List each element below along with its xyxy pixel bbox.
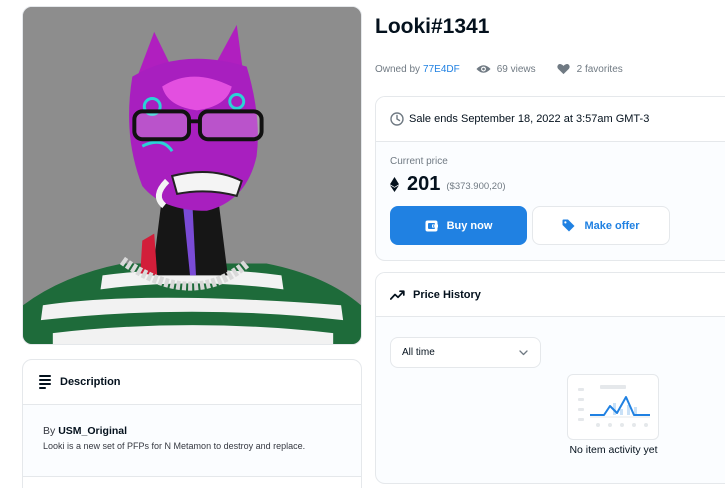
heart-icon <box>556 64 570 75</box>
ethereum-icon <box>390 177 399 192</box>
price-value: 201 <box>407 173 441 195</box>
description-header[interactable]: Description <box>23 360 361 405</box>
time-range-value: All time <box>402 347 435 358</box>
fiat-price: ($373.900,20) <box>446 181 506 192</box>
nft-image[interactable] <box>22 6 362 345</box>
tag-icon <box>562 219 575 232</box>
description-title: Description <box>60 376 121 388</box>
nft-artwork <box>23 7 361 344</box>
empty-activity-text: No item activity yet <box>569 444 658 456</box>
buy-now-button[interactable]: Buy now <box>390 206 527 245</box>
time-range-select[interactable]: All time <box>390 337 541 368</box>
make-offer-label: Make offer <box>584 219 640 232</box>
description-text: Looki is a new set of PFPs for N Metamon… <box>43 441 306 451</box>
price-history-panel: Price History All time No item activity <box>375 272 725 484</box>
description-body: By USM_Original Looki is a new set of PF… <box>23 405 361 477</box>
price-history-header[interactable]: Price History <box>376 273 725 317</box>
views-count: 69 views <box>460 64 536 75</box>
owner-info: Owned by 77E4DF <box>375 64 460 75</box>
buy-now-label: Buy now <box>446 219 493 232</box>
favorites-label: 2 favorites <box>576 63 623 75</box>
description-panel: Description By USM_Original Looki is a n… <box>22 359 362 488</box>
views-label: 69 views <box>496 63 536 75</box>
empty-chart-illustration <box>567 374 659 440</box>
sale-panel: Sale ends September 18, 2022 at 3:57am G… <box>375 96 725 261</box>
empty-chart-icon <box>578 385 650 427</box>
item-title: Looki#1341 <box>375 15 490 38</box>
clock-icon <box>390 112 404 126</box>
sale-ends-text: Sale ends September 18, 2022 at 3:57am G… <box>409 113 650 125</box>
creator-link[interactable]: USM_Original <box>58 425 127 437</box>
item-meta: Owned by 77E4DF 69 views 2 favorites <box>375 62 623 76</box>
current-price-label: Current price <box>390 156 448 167</box>
owner-link[interactable]: 77E4DF <box>423 64 460 75</box>
price-history-title: Price History <box>413 288 481 301</box>
owned-by-label: Owned by <box>375 63 421 75</box>
favorites-count[interactable]: 2 favorites <box>536 63 623 75</box>
chevron-down-icon <box>519 349 528 355</box>
by-prefix: By <box>43 425 56 437</box>
eye-icon <box>476 65 491 73</box>
creator-line: By USM_Original <box>43 425 341 437</box>
sale-header: Sale ends September 18, 2022 at 3:57am G… <box>376 97 725 142</box>
wallet-icon <box>425 220 438 231</box>
make-offer-button[interactable]: Make offer <box>532 206 670 245</box>
trending-icon <box>390 289 405 300</box>
description-icon <box>39 375 51 389</box>
price-row: 201 ($373.900,20) <box>390 173 506 196</box>
